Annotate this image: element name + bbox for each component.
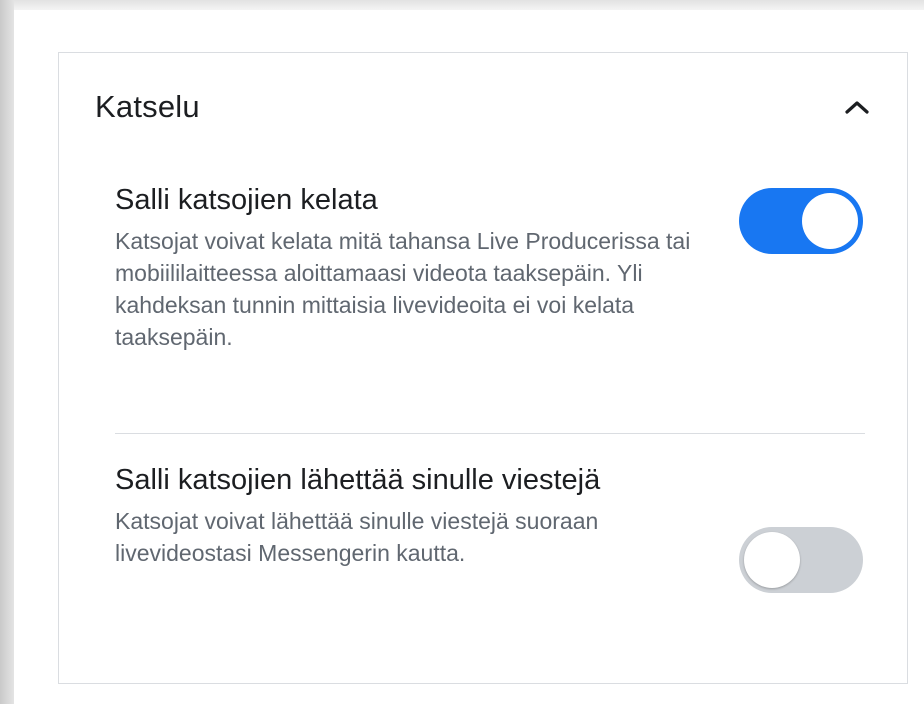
settings-panel: Katselu Salli katsojien kelata Katsojat … <box>14 10 924 704</box>
section-header-viewing[interactable]: Katselu <box>95 87 875 127</box>
toggle-knob <box>744 532 800 588</box>
toggle-allow-rewind[interactable] <box>739 188 863 254</box>
setting-title: Salli katsojien lähettää sinulle viestej… <box>115 464 601 496</box>
setting-description: Katsojat voivat kelata mitä tahansa Live… <box>115 228 691 350</box>
divider <box>115 433 865 434</box>
section-title: Katselu <box>95 89 200 124</box>
window-edge-left <box>0 0 14 704</box>
toggle-knob <box>802 193 858 249</box>
chevron-up-icon[interactable] <box>839 89 875 125</box>
setting-allow-messages: Salli katsojien lähettää sinulle viestej… <box>115 461 865 593</box>
viewing-settings-card: Katselu Salli katsojien kelata Katsojat … <box>58 52 908 684</box>
setting-allow-rewind: Salli katsojien kelata Katsojat voivat k… <box>115 181 865 353</box>
setting-description: Katsojat voivat lähettää sinulle viestej… <box>115 508 599 566</box>
toggle-allow-messages[interactable] <box>739 527 863 593</box>
page: Katselu Salli katsojien kelata Katsojat … <box>0 0 924 704</box>
setting-title: Salli katsojien kelata <box>115 184 378 216</box>
window-edge-top <box>14 0 924 10</box>
